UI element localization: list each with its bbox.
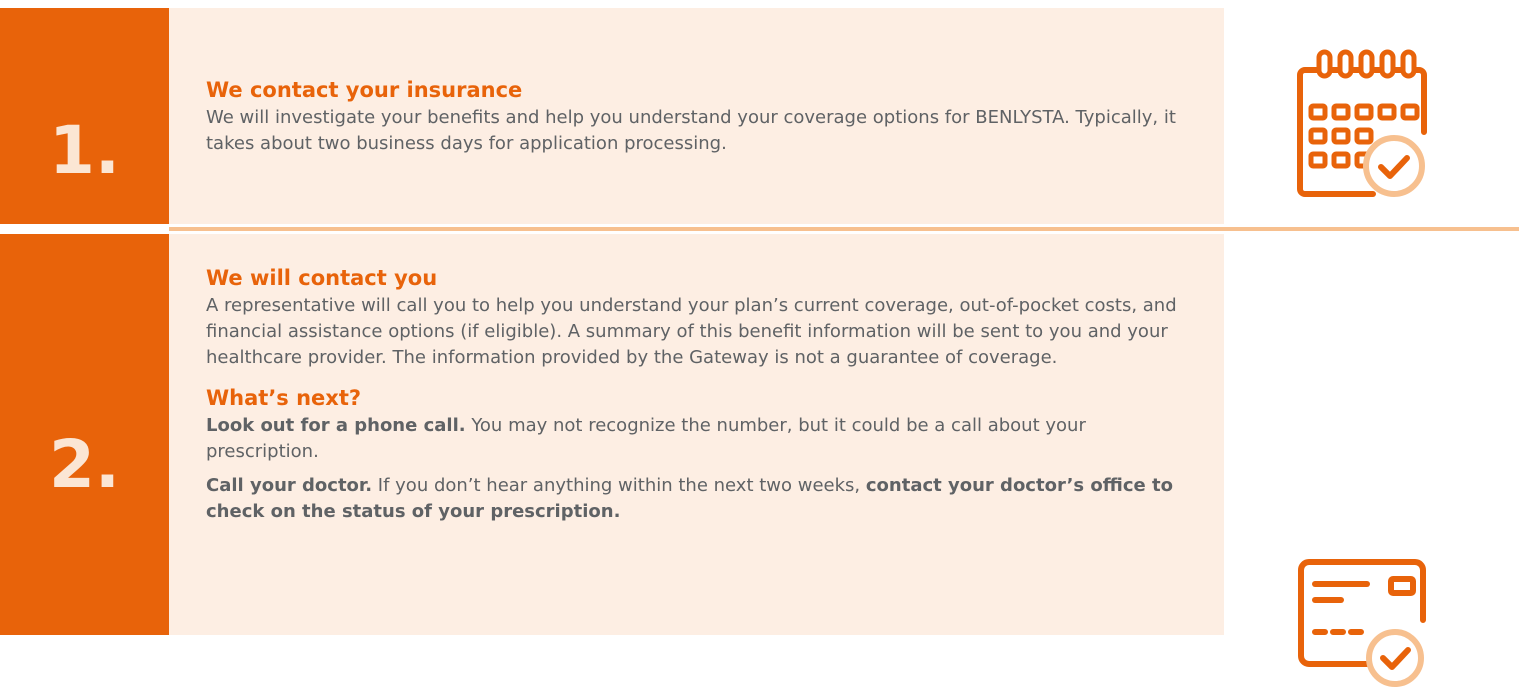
step-heading: We contact your insurance: [206, 78, 523, 102]
step-body: We will investigate your benefits and he…: [206, 107, 1176, 154]
step-content-panel: We will contact you A representative wil…: [169, 234, 1224, 635]
whats-next-heading: What’s next?: [206, 386, 362, 410]
card-check-icon: [1297, 558, 1427, 688]
step-text: We will contact you A representative wil…: [206, 263, 1194, 525]
step-divider: [169, 227, 1519, 231]
calendar-check-icon: [1297, 46, 1427, 200]
step-heading: We will contact you: [206, 266, 438, 290]
step-number-column: 2.: [0, 234, 169, 635]
next-item-text: If you don’t hear anything within the ne…: [372, 475, 866, 496]
next-item: Call your doctor. If you don’t hear anyt…: [206, 473, 1194, 525]
step-content-panel: We contact your insurance We will invest…: [169, 8, 1224, 224]
step-number: 1.: [49, 112, 120, 189]
next-item-lead: Call your doctor.: [206, 475, 373, 496]
step-1: 1. We contact your insurance We will inv…: [0, 8, 1533, 224]
step-body: A representative will call you to help y…: [206, 295, 1177, 368]
next-item: Look out for a phone call. You may not r…: [206, 413, 1194, 465]
step-number-column: 1.: [0, 8, 169, 224]
step-number: 2.: [49, 426, 120, 503]
step-text: We contact your insurance We will invest…: [206, 75, 1194, 157]
next-item-lead: Look out for a phone call.: [206, 415, 466, 436]
step-2: 2. We will contact you A representative …: [0, 234, 1533, 687]
